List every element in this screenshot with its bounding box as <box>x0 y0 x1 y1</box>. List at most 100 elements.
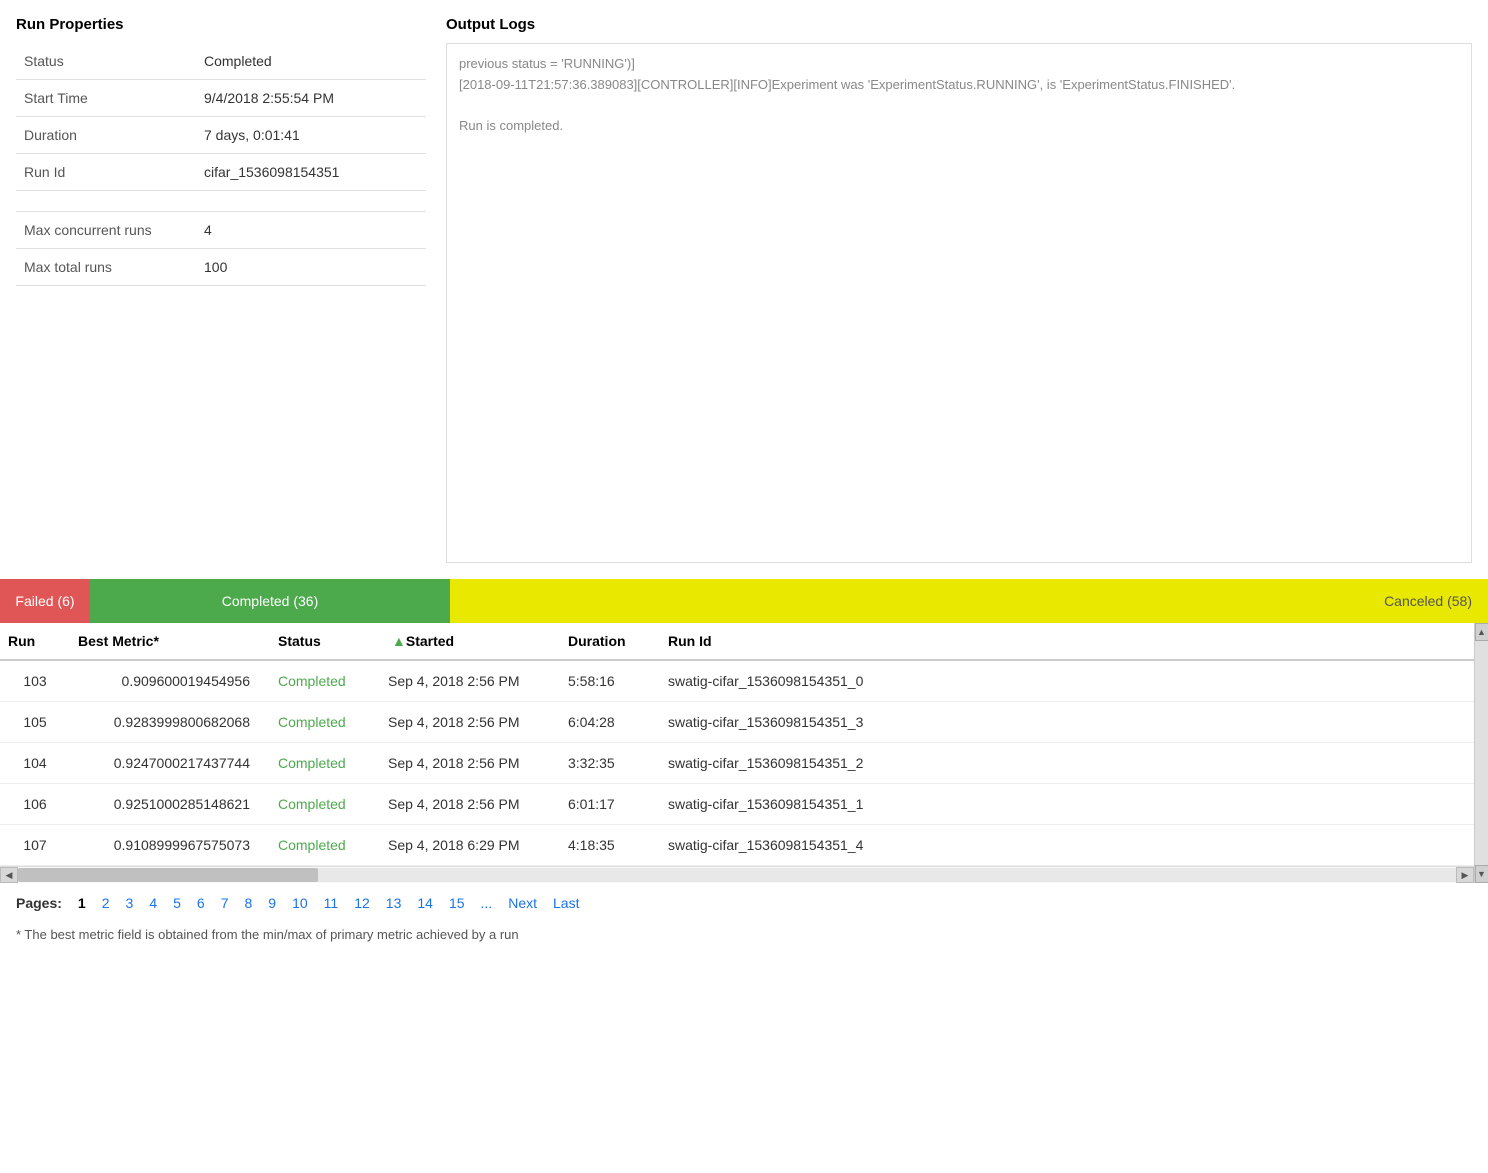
cell-status: Completed <box>270 660 380 702</box>
prop-row-status: Status Completed <box>16 43 426 80</box>
prop-label-maxtotal: Max total runs <box>16 249 196 286</box>
cell-started: Sep 4, 2018 6:29 PM <box>380 825 560 866</box>
page-10[interactable]: 10 <box>286 893 314 913</box>
cell-duration: 3:32:35 <box>560 743 660 784</box>
cell-duration: 4:18:35 <box>560 825 660 866</box>
prop-label-duration: Duration <box>16 117 196 154</box>
table-header-row: Run Best Metric* Status ▲Started Duratio… <box>0 623 1474 660</box>
table-row[interactable]: 106 0.9251000285148621 Completed Sep 4, … <box>0 784 1474 825</box>
cell-runid: swatig-cifar_1536098154351_3 <box>660 702 1474 743</box>
prop-spacer <box>16 191 426 212</box>
cell-run: 103 <box>0 660 70 702</box>
page-2[interactable]: 2 <box>96 893 116 913</box>
cell-runid: swatig-cifar_1536098154351_2 <box>660 743 1474 784</box>
output-logs-title: Output Logs <box>446 16 1472 33</box>
vertical-scrollbar[interactable]: ▲ ▼ <box>1474 623 1488 883</box>
cell-duration: 6:04:28 <box>560 702 660 743</box>
page-13[interactable]: 13 <box>380 893 408 913</box>
footnote: * The best metric field is obtained from… <box>0 923 1488 952</box>
scroll-up-btn[interactable]: ▲ <box>1475 623 1488 641</box>
run-properties-panel: Run Properties Status Completed Start Ti… <box>16 16 426 563</box>
page-5[interactable]: 5 <box>167 893 187 913</box>
status-completed: Completed (36) <box>90 579 450 623</box>
prop-label-status: Status <box>16 43 196 80</box>
prop-label-maxconcurrent: Max concurrent runs <box>16 212 196 249</box>
table-row[interactable]: 105 0.9283999800682068 Completed Sep 4, … <box>0 702 1474 743</box>
next-button[interactable]: Next <box>502 893 543 913</box>
scroll-thumb[interactable] <box>18 868 318 882</box>
prop-row-starttime: Start Time 9/4/2018 2:55:54 PM <box>16 80 426 117</box>
page-7[interactable]: 7 <box>215 893 235 913</box>
prop-row-duration: Duration 7 days, 0:01:41 <box>16 117 426 154</box>
cell-metric: 0.9108999967575073 <box>70 825 270 866</box>
cell-status: Completed <box>270 702 380 743</box>
scroll-left-btn[interactable]: ◀ <box>0 867 18 883</box>
col-header-status[interactable]: Status <box>270 623 380 660</box>
cell-status: Completed <box>270 784 380 825</box>
page-8[interactable]: 8 <box>239 893 259 913</box>
cell-metric: 0.9247000217437744 <box>70 743 270 784</box>
last-button[interactable]: Last <box>547 893 585 913</box>
prop-row-maxconcurrent: Max concurrent runs 4 <box>16 212 426 249</box>
page-11[interactable]: 11 <box>318 893 345 913</box>
table-row[interactable]: 107 0.9108999967575073 Completed Sep 4, … <box>0 825 1474 866</box>
page-4[interactable]: 4 <box>143 893 163 913</box>
prop-value-maxtotal: 100 <box>196 249 426 286</box>
logs-content[interactable]: previous status = 'RUNNING')] [2018-09-1… <box>446 43 1472 563</box>
status-bar: Failed (6) Completed (36) Canceled (58) <box>0 579 1488 623</box>
cell-status: Completed <box>270 825 380 866</box>
page-15[interactable]: 15 <box>443 893 471 913</box>
page-14[interactable]: 14 <box>411 893 439 913</box>
cell-run: 106 <box>0 784 70 825</box>
log-line-1: previous status = 'RUNNING')] <box>459 54 1459 75</box>
sort-arrow-up: ▲ <box>392 633 406 649</box>
table-row[interactable]: 104 0.9247000217437744 Completed Sep 4, … <box>0 743 1474 784</box>
cell-started: Sep 4, 2018 2:56 PM <box>380 784 560 825</box>
cell-runid: swatig-cifar_1536098154351_1 <box>660 784 1474 825</box>
col-header-runid[interactable]: Run Id <box>660 623 1474 660</box>
cell-run: 107 <box>0 825 70 866</box>
log-line-2: [2018-09-11T21:57:36.389083][CONTROLLER]… <box>459 75 1459 96</box>
col-header-started[interactable]: ▲Started <box>380 623 560 660</box>
cell-metric: 0.9251000285148621 <box>70 784 270 825</box>
prop-row-runid: Run Id cifar_1536098154351 <box>16 154 426 191</box>
pagination: Pages: 1 2 3 4 5 6 7 8 9 10 11 12 13 14 … <box>0 883 1488 923</box>
scroll-down-btn[interactable]: ▼ <box>1475 865 1488 883</box>
col-header-duration[interactable]: Duration <box>560 623 660 660</box>
status-canceled: Canceled (58) <box>450 579 1488 623</box>
table-row[interactable]: 103 0.909600019454956 Completed Sep 4, 2… <box>0 660 1474 702</box>
scroll-track[interactable] <box>18 868 1456 882</box>
properties-table: Status Completed Start Time 9/4/2018 2:5… <box>16 43 426 286</box>
cell-duration: 6:01:17 <box>560 784 660 825</box>
horizontal-scrollbar[interactable]: ◀ ▶ <box>0 866 1474 883</box>
pages-label: Pages: <box>16 895 62 911</box>
prop-value-duration: 7 days, 0:01:41 <box>196 117 426 154</box>
cell-started: Sep 4, 2018 2:56 PM <box>380 743 560 784</box>
page-6[interactable]: 6 <box>191 893 211 913</box>
prop-label-runid: Run Id <box>16 154 196 191</box>
run-properties-title: Run Properties <box>16 16 426 33</box>
log-line-3: Run is completed. <box>459 116 1459 137</box>
page-9[interactable]: 9 <box>262 893 282 913</box>
col-header-metric[interactable]: Best Metric* <box>70 623 270 660</box>
col-header-run[interactable]: Run <box>0 623 70 660</box>
runs-table-section: Run Best Metric* Status ▲Started Duratio… <box>0 623 1488 883</box>
prop-value-maxconcurrent: 4 <box>196 212 426 249</box>
status-failed: Failed (6) <box>0 579 90 623</box>
cell-metric: 0.909600019454956 <box>70 660 270 702</box>
runs-table: Run Best Metric* Status ▲Started Duratio… <box>0 623 1474 866</box>
prop-value-starttime: 9/4/2018 2:55:54 PM <box>196 80 426 117</box>
cell-runid: swatig-cifar_1536098154351_4 <box>660 825 1474 866</box>
cell-duration: 5:58:16 <box>560 660 660 702</box>
cell-metric: 0.9283999800682068 <box>70 702 270 743</box>
scroll-right-btn[interactable]: ▶ <box>1456 867 1474 883</box>
prop-value-runid: cifar_1536098154351 <box>196 154 426 191</box>
cell-status: Completed <box>270 743 380 784</box>
page-3[interactable]: 3 <box>120 893 140 913</box>
page-1[interactable]: 1 <box>72 893 92 913</box>
cell-run: 104 <box>0 743 70 784</box>
runs-table-main: Run Best Metric* Status ▲Started Duratio… <box>0 623 1474 883</box>
page-12[interactable]: 12 <box>348 893 376 913</box>
cell-started: Sep 4, 2018 2:56 PM <box>380 702 560 743</box>
cell-started: Sep 4, 2018 2:56 PM <box>380 660 560 702</box>
